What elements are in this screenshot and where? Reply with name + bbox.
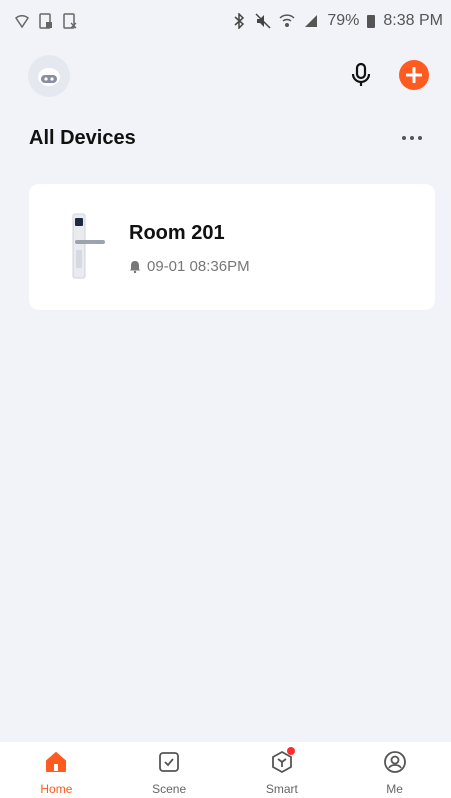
device-card[interactable]: Room 201 09-01 08:36PM (29, 184, 435, 310)
door-lock-image (67, 212, 107, 282)
profile-icon (382, 749, 408, 775)
status-bar: 79% 8:38 PM (0, 0, 451, 42)
tab-home-label: Home (40, 782, 73, 796)
smart-cube-icon (269, 747, 295, 775)
bluetooth-icon (231, 13, 247, 29)
screenshot-icon (62, 13, 78, 29)
plus-icon (406, 67, 422, 83)
status-bar-right: 79% 8:38 PM (231, 12, 443, 30)
wifi-icon (279, 13, 295, 29)
status-time: 8:38 PM (383, 12, 443, 29)
add-device-button[interactable] (399, 60, 429, 90)
device-status: 09-01 08:36PM (129, 258, 250, 275)
tab-smart-label: Smart (265, 782, 298, 796)
battery-icon (367, 14, 376, 28)
tab-scene[interactable]: Scene (113, 742, 226, 798)
tab-scene-label: Scene (152, 782, 187, 796)
section-title: All Devices (29, 127, 136, 149)
tab-me[interactable]: Me (338, 742, 451, 798)
tab-smart[interactable]: Smart (226, 742, 339, 798)
tab-home[interactable]: Home (0, 742, 113, 798)
device-timestamp: 09-01 08:36PM (147, 258, 250, 275)
more-dots-icon[interactable] (402, 133, 432, 143)
scene-check-icon (156, 749, 182, 775)
device-name: Room 201 (129, 222, 225, 244)
microphone-icon[interactable] (346, 60, 376, 90)
bottom-tab-bar: Home Scene Smart Me (0, 742, 451, 798)
smart-badge-dot (286, 747, 295, 755)
robot-avatar-icon[interactable] (28, 55, 70, 97)
status-bar-left (14, 13, 78, 29)
battery-percent: 79% (327, 12, 360, 29)
mute-icon (255, 13, 271, 29)
signal-icon (303, 13, 319, 29)
wifi-shield-icon (14, 13, 30, 29)
bell-icon (130, 261, 140, 273)
app-header (0, 52, 451, 100)
home-icon (43, 749, 69, 775)
tab-me-label: Me (386, 782, 403, 796)
device-lock-icon (38, 13, 54, 29)
